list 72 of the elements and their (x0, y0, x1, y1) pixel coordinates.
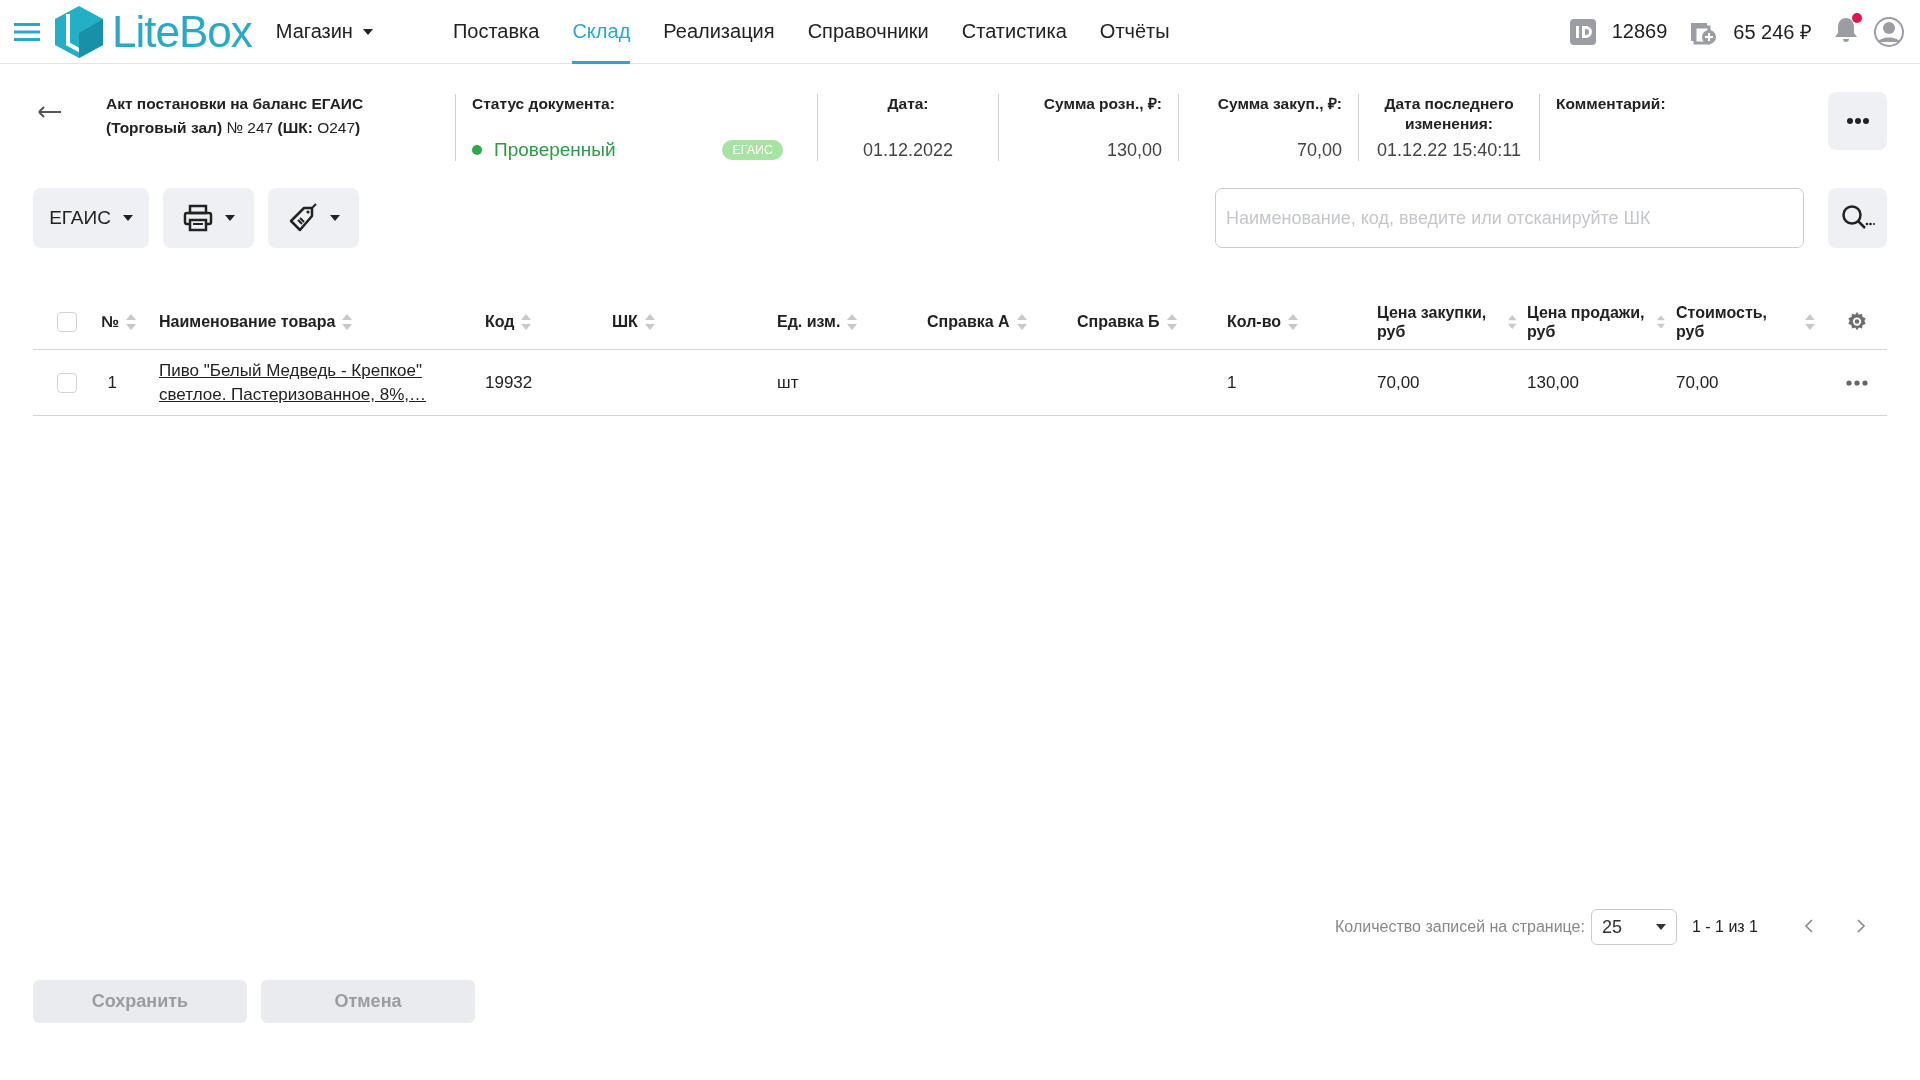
column-header: № (101, 312, 119, 331)
field-value: 130,00 (1106, 139, 1162, 161)
column-header: ШК (612, 312, 638, 331)
column-header: Кол-во (1227, 312, 1282, 331)
caret-icon (224, 215, 235, 221)
table-cell: шт (777, 372, 799, 392)
table-cell: 19932 (485, 372, 533, 392)
store-menu[interactable]: Магазин (275, 20, 373, 43)
nav-tab[interactable]: Поставка (452, 0, 540, 64)
menu-icon[interactable] (14, 22, 40, 41)
table-cell: 70,00 (1377, 372, 1420, 392)
field-label: Сумма розн., ₽: (1043, 94, 1162, 114)
printer-icon (182, 204, 213, 232)
chevron-right-icon (1857, 918, 1866, 933)
page-size-label: Количество записей на странице: (1335, 918, 1585, 936)
bell-icon[interactable] (1834, 16, 1858, 42)
page-size-select[interactable]: 25 (1590, 909, 1677, 945)
column-header: Стоимость, руб (1676, 302, 1768, 341)
back-button[interactable] (38, 106, 62, 120)
status-value: Проверенный (494, 139, 616, 161)
product-link[interactable]: Пиво "Белый Медведь - Крепкое" светлое. Пастеризованное, 8%,… (159, 358, 475, 407)
field-label: Дата последнего изменения: (1383, 94, 1515, 134)
row-checkbox[interactable] (57, 372, 77, 393)
nav-tab[interactable]: Справочники (807, 0, 929, 64)
egais-tag: ЕГАИС (722, 140, 783, 160)
caret-icon (362, 28, 373, 35)
more-icon[interactable] (1845, 379, 1868, 386)
nav-tab[interactable]: Статистика (961, 0, 1067, 64)
label-menu-button[interactable] (268, 188, 359, 248)
nav-tab[interactable]: Отчёты (1099, 0, 1170, 64)
column-header: Код (485, 312, 515, 331)
caret-icon (329, 215, 340, 221)
logo-text: LiteBox (112, 6, 252, 57)
nav-tab[interactable]: Реализация (663, 0, 775, 64)
account-id: 12869 (1611, 20, 1668, 43)
column-header: Справка А (927, 312, 1010, 331)
field-value: 70,00 (1296, 139, 1342, 161)
balance: 65 246 ₽ (1733, 20, 1812, 45)
column-header: Цена продажи, руб (1527, 302, 1646, 341)
column-header: Цена закупки, руб (1377, 302, 1488, 341)
more-button[interactable] (1828, 92, 1887, 150)
column-header: Наименование товара (159, 312, 336, 331)
field-label: Статус документа: (472, 94, 616, 114)
cube-logo-icon (54, 5, 104, 58)
field-value: 01.12.22 15:40:11 (1377, 139, 1521, 161)
document-title: Акт постановки на баланс ЕГАИС (Торговый зал) № 247 (ШК: О247) (106, 94, 365, 138)
chevron-left-icon (1804, 918, 1813, 933)
back-arrow-icon (38, 106, 62, 118)
caret-icon (122, 215, 133, 221)
caret-icon (1655, 924, 1666, 930)
table-cell: 70,00 (1676, 372, 1719, 392)
field-label: Комментарий: (1556, 94, 1667, 114)
select-all-checkbox[interactable] (57, 311, 77, 332)
table-cell: 1 (107, 372, 117, 392)
column-header: Ед. изм. (777, 312, 841, 331)
avatar-icon[interactable] (1874, 16, 1904, 47)
field-label: Сумма закуп., ₽: (1217, 94, 1342, 114)
egais-menu-button[interactable]: ЕГАИС (33, 188, 149, 248)
table-cell: 130,00 (1527, 372, 1579, 392)
print-menu-button[interactable] (163, 188, 254, 248)
table-cell: 1 (1227, 372, 1237, 392)
more-icon (1846, 118, 1869, 124)
page-range: 1 - 1 из 1 (1691, 918, 1758, 936)
settings-icon[interactable] (1845, 310, 1868, 333)
tag-icon (287, 203, 318, 233)
id-icon (1569, 18, 1596, 45)
column-header: Справка Б (1077, 312, 1160, 331)
field-label: Дата: (887, 94, 929, 114)
search-field[interactable]: Наименование, код, введите или отсканируйте ШК (1215, 188, 1804, 248)
search-button[interactable] (1828, 188, 1887, 248)
field-value: 01.12.2022 (862, 139, 954, 161)
status-dot (472, 145, 482, 155)
